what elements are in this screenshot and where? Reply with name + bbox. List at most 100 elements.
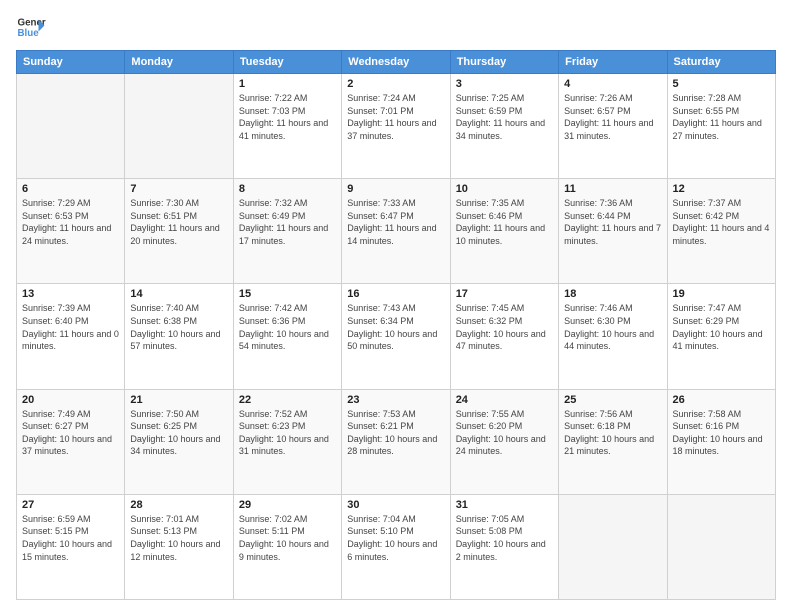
day-info: Sunrise: 7:55 AMSunset: 6:20 PMDaylight:…: [456, 408, 553, 458]
calendar-cell: 7 Sunrise: 7:30 AMSunset: 6:51 PMDaylight…: [125, 179, 233, 284]
calendar-cell: 17Sunrise: 7:45 AMSunset: 6:32 PMDayligh…: [450, 284, 558, 389]
day-info: Sunrise: 7:49 AMSunset: 6:27 PMDaylight:…: [22, 408, 119, 458]
day-number: 18: [564, 288, 661, 300]
calendar-cell: 25 Sunrise: 7:56 AMSunset: 6:18 PMDayligh…: [559, 389, 667, 494]
calendar-cell: [559, 494, 667, 599]
day-info: Sunrise: 7:25 AMSunset: 6:59 PMDaylight:…: [456, 92, 553, 142]
day-number: 14: [130, 288, 227, 300]
day-info: Sunrise: 7:01 AMSunset: 5:13 PMDaylight:…: [130, 513, 227, 563]
day-info: Sunrise: 7:26 AMSunset: 6:57 PMDaylight:…: [564, 92, 661, 142]
header-day-wednesday: Wednesday: [342, 51, 450, 74]
calendar-cell: 11 Sunrise: 7:36 AMSunset: 6:44 PMDayligh…: [559, 179, 667, 284]
day-info: Sunrise: 7:22 AMSunset: 7:03 PMDaylight:…: [239, 92, 336, 142]
calendar-cell: [17, 74, 125, 179]
calendar-cell: 27 Sunrise: 6:59 AMSunset: 5:15 PMDayligh…: [17, 494, 125, 599]
calendar-table: SundayMondayTuesdayWednesdayThursdayFrid…: [16, 50, 776, 600]
header-row: SundayMondayTuesdayWednesdayThursdayFrid…: [17, 51, 776, 74]
day-info: Sunrise: 7:32 AMSunset: 6:49 PMDaylight:…: [239, 197, 336, 247]
day-number: 24: [456, 394, 553, 406]
day-number: 28: [130, 499, 227, 511]
calendar-cell: 28 Sunrise: 7:01 AMSunset: 5:13 PMDayligh…: [125, 494, 233, 599]
day-info: Sunrise: 7:29 AMSunset: 6:53 PMDaylight:…: [22, 197, 119, 247]
calendar-cell: 21Sunrise: 7:50 AMSunset: 6:25 PMDayligh…: [125, 389, 233, 494]
calendar-cell: 5 Sunrise: 7:28 AMSunset: 6:55 PMDaylight…: [667, 74, 775, 179]
day-number: 11: [564, 183, 661, 195]
day-info: Sunrise: 7:30 AMSunset: 6:51 PMDaylight:…: [130, 197, 227, 247]
day-info: Sunrise: 7:42 AMSunset: 6:36 PMDaylight:…: [239, 302, 336, 352]
calendar-cell: 4 Sunrise: 7:26 AMSunset: 6:57 PMDaylight…: [559, 74, 667, 179]
calendar-cell: 23 Sunrise: 7:53 AMSunset: 6:21 PMDayligh…: [342, 389, 450, 494]
day-number: 29: [239, 499, 336, 511]
header-day-tuesday: Tuesday: [233, 51, 341, 74]
day-info: Sunrise: 7:58 AMSunset: 6:16 PMDaylight:…: [673, 408, 770, 458]
day-number: 10: [456, 183, 553, 195]
day-number: 9: [347, 183, 444, 195]
header-day-thursday: Thursday: [450, 51, 558, 74]
day-number: 5: [673, 78, 770, 90]
day-number: 4: [564, 78, 661, 90]
day-number: 19: [673, 288, 770, 300]
calendar-cell: 19 Sunrise: 7:47 AMSunset: 6:29 PMDayligh…: [667, 284, 775, 389]
calendar-cell: 18 Sunrise: 7:46 AMSunset: 6:30 PMDayligh…: [559, 284, 667, 389]
day-info: Sunrise: 7:37 AMSunset: 6:42 PMDaylight:…: [673, 197, 770, 247]
day-number: 2: [347, 78, 444, 90]
calendar-cell: 29 Sunrise: 7:02 AMSunset: 5:11 PMDayligh…: [233, 494, 341, 599]
logo: General Blue: [16, 12, 46, 42]
day-number: 27: [22, 499, 119, 511]
header-day-friday: Friday: [559, 51, 667, 74]
day-number: 7: [130, 183, 227, 195]
day-number: 13: [22, 288, 119, 300]
day-info: Sunrise: 7:46 AMSunset: 6:30 PMDaylight:…: [564, 302, 661, 352]
day-info: Sunrise: 7:24 AMSunset: 7:01 PMDaylight:…: [347, 92, 444, 142]
day-info: Sunrise: 6:59 AMSunset: 5:15 PMDaylight:…: [22, 513, 119, 563]
header-day-saturday: Saturday: [667, 51, 775, 74]
day-info: Sunrise: 7:04 AMSunset: 5:10 PMDaylight:…: [347, 513, 444, 563]
day-info: Sunrise: 7:28 AMSunset: 6:55 PMDaylight:…: [673, 92, 770, 142]
calendar-cell: 9 Sunrise: 7:33 AMSunset: 6:47 PMDaylight…: [342, 179, 450, 284]
day-number: 16: [347, 288, 444, 300]
day-number: 1: [239, 78, 336, 90]
calendar-cell: 15 Sunrise: 7:42 AMSunset: 6:36 PMDayligh…: [233, 284, 341, 389]
day-number: 17: [456, 288, 553, 300]
calendar-cell: 24 Sunrise: 7:55 AMSunset: 6:20 PMDayligh…: [450, 389, 558, 494]
day-info: Sunrise: 7:35 AMSunset: 6:46 PMDaylight:…: [456, 197, 553, 247]
calendar-cell: 30 Sunrise: 7:04 AMSunset: 5:10 PMDayligh…: [342, 494, 450, 599]
day-info: Sunrise: 7:33 AMSunset: 6:47 PMDaylight:…: [347, 197, 444, 247]
day-info: Sunrise: 7:36 AMSunset: 6:44 PMDaylight:…: [564, 197, 661, 247]
day-number: 25: [564, 394, 661, 406]
day-number: 15: [239, 288, 336, 300]
day-number: 30: [347, 499, 444, 511]
calendar-cell: 31Sunrise: 7:05 AMSunset: 5:08 PMDayligh…: [450, 494, 558, 599]
calendar-cell: [667, 494, 775, 599]
day-number: 8: [239, 183, 336, 195]
day-info: Sunrise: 7:02 AMSunset: 5:11 PMDaylight:…: [239, 513, 336, 563]
day-info: Sunrise: 7:53 AMSunset: 6:21 PMDaylight:…: [347, 408, 444, 458]
logo-icon: General Blue: [16, 12, 46, 42]
day-info: Sunrise: 7:47 AMSunset: 6:29 PMDaylight:…: [673, 302, 770, 352]
calendar-cell: 22 Sunrise: 7:52 AMSunset: 6:23 PMDayligh…: [233, 389, 341, 494]
calendar-cell: 3Sunrise: 7:25 AMSunset: 6:59 PMDaylight…: [450, 74, 558, 179]
day-number: 26: [673, 394, 770, 406]
header-day-sunday: Sunday: [17, 51, 125, 74]
day-number: 31: [456, 499, 553, 511]
day-number: 23: [347, 394, 444, 406]
svg-text:Blue: Blue: [18, 28, 40, 39]
calendar-cell: 6 Sunrise: 7:29 AMSunset: 6:53 PMDaylight…: [17, 179, 125, 284]
day-number: 22: [239, 394, 336, 406]
header: General Blue: [16, 12, 776, 42]
calendar-cell: 2 Sunrise: 7:24 AMSunset: 7:01 PMDaylight…: [342, 74, 450, 179]
calendar-cell: 26 Sunrise: 7:58 AMSunset: 6:16 PMDayligh…: [667, 389, 775, 494]
calendar-cell: 20 Sunrise: 7:49 AMSunset: 6:27 PMDayligh…: [17, 389, 125, 494]
calendar-cell: 1 Sunrise: 7:22 AMSunset: 7:03 PMDaylight…: [233, 74, 341, 179]
calendar-cell: 12 Sunrise: 7:37 AMSunset: 6:42 PMDayligh…: [667, 179, 775, 284]
day-number: 6: [22, 183, 119, 195]
day-info: Sunrise: 7:52 AMSunset: 6:23 PMDaylight:…: [239, 408, 336, 458]
day-number: 20: [22, 394, 119, 406]
day-number: 12: [673, 183, 770, 195]
day-info: Sunrise: 7:39 AMSunset: 6:40 PMDaylight:…: [22, 302, 119, 352]
day-info: Sunrise: 7:56 AMSunset: 6:18 PMDaylight:…: [564, 408, 661, 458]
calendar-cell: 16Sunrise: 7:43 AMSunset: 6:34 PMDayligh…: [342, 284, 450, 389]
day-info: Sunrise: 7:40 AMSunset: 6:38 PMDaylight:…: [130, 302, 227, 352]
calendar-cell: 14 Sunrise: 7:40 AMSunset: 6:38 PMDayligh…: [125, 284, 233, 389]
page: General Blue SundayMondayTuesdayWednesda…: [0, 0, 792, 612]
